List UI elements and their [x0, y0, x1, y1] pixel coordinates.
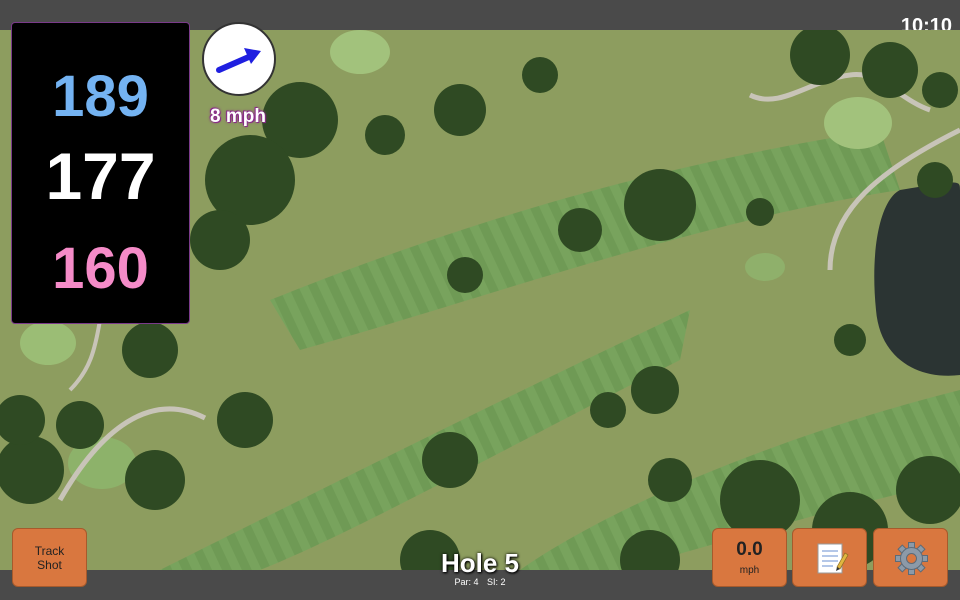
notes-button[interactable]: [792, 528, 867, 587]
wind-speed-unit: mph: [739, 565, 760, 576]
distance-panel: 189 177 160: [11, 22, 190, 324]
wind-speed-button[interactable]: 0.0 mph: [712, 528, 787, 587]
notepad-icon: [817, 543, 849, 574]
wind-speed-value: 0.0: [736, 539, 763, 560]
settings-button[interactable]: [873, 528, 948, 587]
wind-speed-label: 8 mph: [210, 106, 266, 127]
gear-icon: [895, 542, 928, 575]
wind-direction-dial: [202, 22, 276, 96]
track-shot-button[interactable]: Track Shot: [12, 528, 87, 587]
middle-distance: 177: [45, 139, 156, 213]
hole-title: Hole 5: [440, 548, 520, 578]
wind-arrow-icon: [216, 48, 261, 73]
back-distance: 189: [52, 64, 149, 129]
hole-stroke-index: SI: 2: [487, 577, 506, 587]
track-shot-label: Track Shot: [34, 543, 65, 572]
front-distance: 160: [52, 236, 149, 301]
hole-par: Par: 4: [454, 577, 479, 587]
hole-info: Par: 4 SI: 2: [400, 577, 560, 587]
